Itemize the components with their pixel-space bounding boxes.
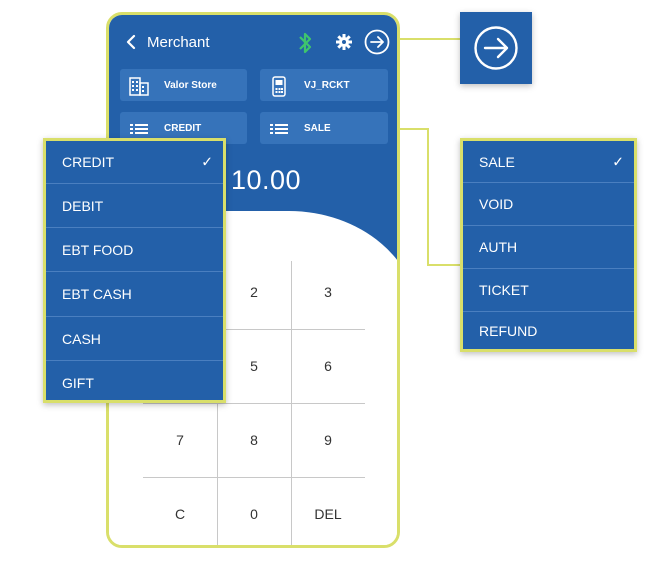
payment-type-label: CREDIT [164,123,202,134]
key-delete[interactable]: DEL [291,477,365,545]
menu-item-ebt-food[interactable]: EBT FOOD [46,228,223,272]
back-chevron-icon[interactable] [125,31,137,59]
key-clear[interactable]: C [143,477,217,545]
keypad-divider [291,261,292,545]
key-8[interactable]: 8 [217,403,291,477]
app-header: Merchant [109,29,397,60]
menu-item-sale[interactable]: SALE ✓ [463,141,634,183]
menu-item-label: CREDIT [62,154,115,170]
transaction-type-menu: SALE ✓ VOID AUTH TICKET REFUND [460,138,637,352]
arrow-right-circle-icon[interactable] [364,29,390,60]
menu-item-debit[interactable]: DEBIT [46,184,223,228]
key-2[interactable]: 2 [217,255,291,329]
menu-item-label: VOID [479,196,514,212]
menu-item-label: EBT FOOD [62,241,134,258]
checkmark-icon: ✓ [201,153,213,170]
menu-item-auth[interactable]: AUTH [463,226,634,269]
menu-item-label: GIFT [62,374,94,391]
bluetooth-icon[interactable] [297,30,313,61]
menu-item-void[interactable]: VOID [463,183,634,226]
menu-item-label: EBT CASH [62,286,132,302]
transaction-type-tile[interactable]: SALE [260,112,388,144]
device-tile[interactable]: VJ_RCKT [260,69,388,101]
keypad-divider [143,477,365,478]
menu-item-ticket[interactable]: TICKET [463,269,634,312]
store-tile[interactable]: Valor Store [120,69,247,101]
gear-icon[interactable] [335,33,353,56]
menu-item-credit[interactable]: CREDIT ✓ [46,141,223,184]
merchant-title[interactable]: Merchant [147,34,210,51]
menu-item-refund[interactable]: REFUND [463,312,634,349]
checkmark-icon: ✓ [612,153,624,169]
key-0[interactable]: 0 [217,477,291,545]
menu-item-label: SALE [479,153,515,170]
menu-item-label: AUTH [479,239,518,255]
menu-item-label: CASH [62,330,101,347]
menu-item-label: TICKET [479,282,529,298]
key-7[interactable]: 7 [143,403,217,477]
building-icon [128,75,150,100]
key-5[interactable]: 5 [217,329,291,403]
menu-item-cash[interactable]: CASH [46,317,223,361]
device-name: VJ_RCKT [304,80,350,91]
menu-item-ebt-cash[interactable]: EBT CASH [46,272,223,317]
arrow-right-circle-icon [473,25,519,76]
amount-display: 10.00 [231,165,302,195]
menu-item-label: REFUND [479,322,538,339]
transaction-type-label: SALE [304,123,331,134]
menu-item-gift[interactable]: GIFT [46,361,223,404]
menu-item-label: DEBIT [62,197,104,214]
key-6[interactable]: 6 [291,329,365,403]
arrow-callout [460,12,532,84]
list-icon [268,118,290,143]
payment-type-menu: CREDIT ✓ DEBIT EBT FOOD EBT CASH CASH GI… [43,138,226,403]
card-terminal-icon [268,75,290,100]
key-3[interactable]: 3 [291,255,365,329]
store-name: Valor Store [164,80,217,91]
key-9[interactable]: 9 [291,403,365,477]
